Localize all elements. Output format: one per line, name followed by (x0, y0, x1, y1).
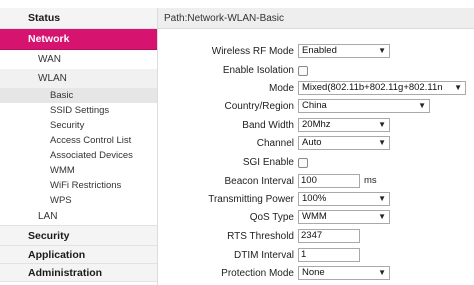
breadcrumb: Path:Network-WLAN-Basic (158, 8, 474, 29)
sgi-label: SGI Enable (242, 157, 294, 168)
chevron-down-icon: ▼ (378, 268, 386, 277)
nav-lan[interactable]: LAN (0, 208, 157, 225)
nav-wlan-ssid-settings[interactable]: SSID Settings (0, 103, 157, 118)
beacon-unit: ms (364, 175, 377, 186)
chevron-down-icon: ▼ (378, 212, 386, 221)
brand-logo (0, 0, 160, 6)
nav-wlan-wps[interactable]: WPS (0, 193, 157, 208)
beacon-label: Beacon Interval (224, 176, 295, 187)
chevron-down-icon: ▼ (454, 83, 462, 92)
channel-label: Channel (256, 138, 294, 149)
row-protection: Protection Mode None ▼ (158, 266, 474, 282)
row-beacon: Beacon Interval 100 ms (158, 174, 474, 190)
nav-wlan[interactable]: WLAN (0, 69, 157, 88)
row-qos: QoS Type WMM ▼ (158, 210, 474, 226)
row-channel: Channel Auto ▼ (158, 136, 474, 152)
bandwidth-value: 20Mhz (302, 119, 331, 130)
rf-mode-value: Enabled (302, 45, 337, 56)
mode-label: Mode (268, 83, 294, 94)
nav-wlan-associated-devices[interactable]: Associated Devices (0, 148, 157, 163)
row-rf-mode: Wireless RF Mode Enabled ▼ (158, 44, 474, 60)
rts-label: RTS Threshold (227, 231, 294, 242)
dtim-label: DTIM Interval (233, 250, 294, 261)
channel-select[interactable]: Auto ▼ (298, 136, 390, 150)
row-isolation: Enable Isolation (158, 63, 474, 79)
bandwidth-label: Band Width (242, 120, 294, 131)
nav-security[interactable]: Security (0, 225, 157, 246)
nav-network[interactable]: Network (0, 29, 157, 50)
rts-threshold-input[interactable]: 2347 (298, 229, 360, 243)
row-country: Country/Region China ▼ (158, 99, 474, 115)
chevron-down-icon: ▼ (378, 138, 386, 147)
chevron-down-icon: ▼ (378, 194, 386, 203)
qos-value: WMM (302, 211, 327, 222)
chevron-down-icon: ▼ (418, 101, 426, 110)
mode-value: Mixed(802.11b+802.11g+802.11n (302, 82, 443, 93)
country-select[interactable]: China ▼ (298, 99, 430, 113)
nav-status[interactable]: Status (0, 8, 157, 29)
nav-administration[interactable]: Administration (0, 264, 157, 282)
sidebar: Status Network WAN WLAN Basic SSID Setti… (0, 8, 158, 285)
nav-wan[interactable]: WAN (0, 50, 157, 69)
bandwidth-select[interactable]: 20Mhz ▼ (298, 118, 390, 132)
row-dtim: DTIM Interval 1 (158, 248, 474, 264)
isolation-label: Enable Isolation (222, 65, 294, 76)
rf-mode-label: Wireless RF Mode (211, 46, 294, 57)
protection-select[interactable]: None ▼ (298, 266, 390, 280)
nav-wlan-basic[interactable]: Basic (0, 88, 157, 103)
rf-mode-select[interactable]: Enabled ▼ (298, 44, 390, 58)
protection-label: Protection Mode (221, 268, 294, 279)
row-bandwidth: Band Width 20Mhz ▼ (158, 118, 474, 134)
row-rts: RTS Threshold 2347 (158, 229, 474, 245)
tx-power-label: Transmitting Power (208, 194, 294, 205)
chevron-down-icon: ▼ (378, 46, 386, 55)
row-tx-power: Transmitting Power 100% ▼ (158, 192, 474, 208)
mode-select[interactable]: Mixed(802.11b+802.11g+802.11n ▼ (298, 81, 466, 95)
country-label: Country/Region (224, 101, 294, 112)
nav-wlan-wifi-restrictions[interactable]: WiFi Restrictions (0, 178, 157, 193)
protection-value: None (302, 267, 325, 278)
qos-select[interactable]: WMM ▼ (298, 210, 390, 224)
row-sgi: SGI Enable (158, 155, 474, 171)
channel-value: Auto (302, 137, 322, 148)
qos-label: QoS Type (249, 212, 294, 223)
row-mode: Mode Mixed(802.11b+802.11g+802.11n ▼ (158, 81, 474, 97)
nav-wlan-security[interactable]: Security (0, 118, 157, 133)
dtim-interval-input[interactable]: 1 (298, 248, 360, 262)
beacon-interval-input[interactable]: 100 (298, 174, 360, 188)
nav-wlan-access-control-list[interactable]: Access Control List (0, 133, 157, 148)
country-value: China (302, 100, 327, 111)
nav-wlan-wmm[interactable]: WMM (0, 163, 157, 178)
main-panel: Path:Network-WLAN-Basic Wireless RF Mode… (158, 8, 474, 285)
tx-power-value: 100% (302, 193, 327, 204)
isolation-checkbox[interactable] (298, 66, 308, 76)
chevron-down-icon: ▼ (378, 120, 386, 129)
sgi-checkbox[interactable] (298, 158, 308, 168)
tx-power-select[interactable]: 100% ▼ (298, 192, 390, 206)
nav-application[interactable]: Application (0, 246, 157, 264)
